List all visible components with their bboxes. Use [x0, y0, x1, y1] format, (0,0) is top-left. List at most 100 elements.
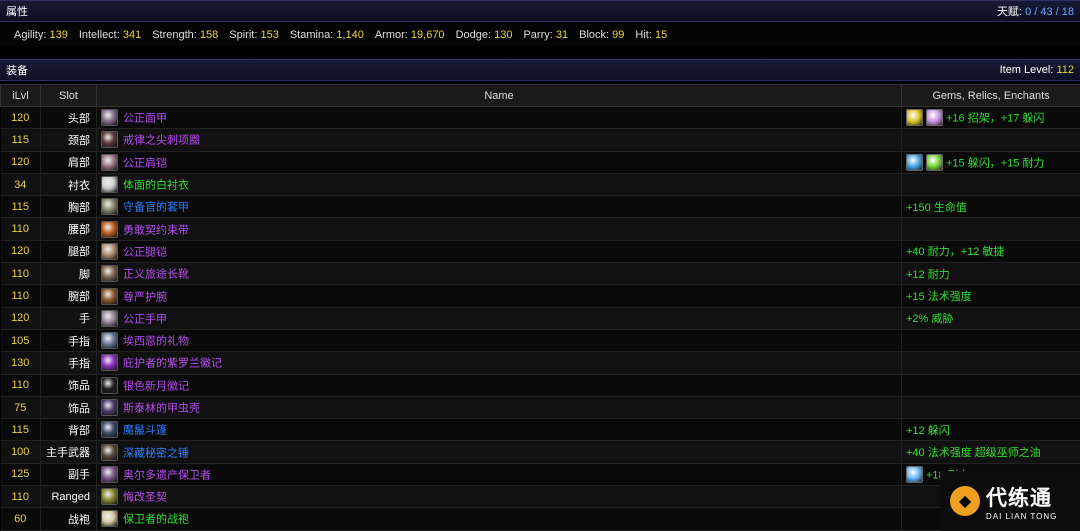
table-row[interactable]: 120 肩部 公正肩铠 +15 躲闪，+15 耐力	[0, 151, 1080, 174]
table-row[interactable]: 125副手奥尔多遗产保卫者+18 耐力	[0, 463, 1080, 487]
item-icon[interactable]	[101, 443, 118, 461]
table-row[interactable]: 110 饰品 银色新月徽记	[0, 374, 1080, 397]
item-icon[interactable]	[101, 220, 118, 238]
item-link[interactable]: 斯泰林的甲虫壳	[123, 403, 200, 415]
item-icon[interactable]	[101, 153, 118, 171]
item-icon[interactable]	[101, 198, 118, 216]
gems-enchants-cell	[901, 128, 1080, 152]
item-link[interactable]: 悔改圣契	[123, 492, 167, 504]
item-link[interactable]: 银色新月徽记	[123, 380, 189, 392]
table-row[interactable]: 110 脚 正义旅途长靴 +12 耐力	[0, 262, 1080, 286]
stat-value: 139	[49, 29, 68, 41]
column-header-slot[interactable]: Slot	[40, 84, 97, 107]
enchant-bonus: +15 躲闪，+15 耐力	[946, 157, 1045, 170]
item-icon[interactable]	[101, 287, 118, 305]
item-name-cell: 庇护者的紫罗兰徽记	[96, 351, 902, 375]
column-header-name[interactable]: Name	[96, 84, 902, 107]
column-header-gems[interactable]: Gems, Relics, Enchants	[901, 84, 1080, 107]
item-icon[interactable]	[101, 131, 118, 149]
item-link[interactable]: 公正面甲	[123, 113, 167, 125]
item-name-cell: 埃西恩的礼物	[96, 329, 902, 353]
item-icon[interactable]	[101, 510, 118, 528]
item-name-cell: 魔鬣斗篷	[96, 418, 902, 442]
table-row[interactable]: 115 胸部 守备官的套甲 +150 生命值	[0, 195, 1080, 219]
table-row[interactable]: 110 腕部 尊严护腕 +15 法术强度	[0, 284, 1080, 308]
watermark-cn: 代练通	[986, 486, 1052, 510]
gem-icon[interactable]	[906, 465, 923, 483]
table-row[interactable]: 110 腰部 勇敢契约束带	[0, 217, 1080, 241]
item-link[interactable]: 公正肩铠	[123, 157, 167, 169]
table-row[interactable]: 60 战袍 保卫者的战袍	[0, 507, 1080, 531]
item-name-cell: 戒律之尖刺项圈	[96, 128, 902, 152]
table-row[interactable]: 115 颈部 戒律之尖刺项圈	[0, 128, 1080, 152]
gem-icon[interactable]	[926, 153, 943, 171]
item-level-cell: 110	[0, 485, 41, 509]
item-link[interactable]: 正义旅途长靴	[123, 269, 189, 281]
item-level-summary: Item Level: 112	[1000, 64, 1074, 76]
table-row[interactable]: 105 手指 埃西恩的礼物	[0, 329, 1080, 353]
table-row[interactable]: 100 主手武器 深藏秘密之锤 +40 法术强度 超级巫师之油	[0, 440, 1080, 464]
item-level-cell: 120	[0, 307, 41, 330]
item-link[interactable]: 深藏秘密之锤	[123, 447, 189, 459]
item-level-label: Item Level:	[999, 64, 1054, 76]
table-row[interactable]: 75 饰品 斯泰林的甲虫壳	[0, 396, 1080, 420]
item-icon[interactable]	[101, 399, 118, 416]
slot-cell: 副手	[40, 463, 97, 487]
item-level-cell: 105	[0, 329, 41, 353]
table-row[interactable]: 120 腿部 公正腿铠 +40 耐力，+12 敏捷	[0, 240, 1080, 264]
table-row[interactable]: 130 手指 庇护者的紫罗兰徽记	[0, 351, 1080, 375]
gem-icon[interactable]	[906, 153, 923, 171]
stat-value: 158	[199, 29, 219, 41]
column-header-ilvl[interactable]: iLvl	[0, 84, 41, 107]
item-link[interactable]: 庇护者的紫罗兰徽记	[123, 358, 222, 370]
item-link[interactable]: 公正腿铠	[123, 246, 167, 258]
watermark: ◆ 代练通 DAI LIAN TONG	[940, 471, 1080, 531]
stat-value: 15	[654, 29, 668, 41]
gem-icon[interactable]	[906, 109, 923, 127]
enchant-bonus: +40 耐力，+12 敏捷	[906, 246, 1005, 259]
table-row[interactable]: 120 头部 公正面甲 +16 招架，+17 躲闪	[0, 106, 1080, 130]
gems-enchants-cell: +16 招架，+17 躲闪	[901, 106, 1080, 130]
table-row[interactable]: 115 背部 魔鬣斗篷 +12 躲闪	[0, 418, 1080, 442]
item-icon[interactable]	[101, 242, 118, 260]
item-icon[interactable]	[101, 265, 118, 283]
talents-summary: 天赋: 0 / 43 / 18	[997, 3, 1074, 19]
item-icon[interactable]	[101, 309, 118, 327]
equipment-title: 装备	[6, 65, 28, 77]
item-icon[interactable]	[101, 176, 118, 194]
item-link[interactable]: 公正手甲	[123, 313, 167, 325]
item-link[interactable]: 体面的白衬衣	[123, 180, 189, 192]
item-icon[interactable]	[101, 488, 118, 506]
item-level-value: 112	[1056, 64, 1074, 76]
item-icon[interactable]	[101, 332, 118, 350]
item-link[interactable]: 守备官的套甲	[123, 202, 189, 214]
item-link[interactable]: 尊严护腕	[123, 291, 167, 303]
attributes-title: 属性	[6, 6, 28, 18]
item-icon[interactable]	[101, 376, 118, 394]
item-level-cell: 115	[0, 128, 41, 152]
item-level-cell: 100	[0, 440, 41, 464]
item-icon[interactable]	[101, 109, 118, 127]
item-icon[interactable]	[101, 465, 118, 483]
item-link[interactable]: 魔鬣斗篷	[123, 425, 167, 437]
item-link[interactable]: 勇敢契约束带	[123, 224, 189, 236]
table-row[interactable]: 120 手 公正手甲 +2% 威胁	[0, 307, 1080, 330]
item-link[interactable]: 戒律之尖刺项圈	[123, 135, 200, 147]
slot-cell: 手指	[40, 329, 97, 353]
attributes-header: 属性 天赋: 0 / 43 / 18	[0, 0, 1080, 22]
item-link[interactable]: 奥尔多遗产保卫者	[123, 469, 211, 481]
slot-cell: 主手武器	[40, 440, 97, 464]
table-row[interactable]: 110 Ranged 悔改圣契	[0, 485, 1080, 509]
slot-cell: 饰品	[40, 396, 97, 420]
talents-label: 天赋:	[996, 6, 1022, 18]
item-name-cell: 体面的白衬衣	[96, 173, 902, 197]
item-name-cell: 奥尔多遗产保卫者	[96, 463, 902, 487]
item-link[interactable]: 埃西恩的礼物	[123, 336, 189, 348]
gem-icon[interactable]	[926, 109, 943, 127]
gems-enchants-cell	[901, 396, 1080, 420]
item-link[interactable]: 保卫者的战袍	[123, 514, 189, 526]
item-name-cell: 保卫者的战袍	[96, 507, 902, 531]
item-icon[interactable]	[101, 354, 118, 372]
item-icon[interactable]	[101, 421, 118, 439]
table-row[interactable]: 34 衬衣 体面的白衬衣	[0, 173, 1080, 197]
